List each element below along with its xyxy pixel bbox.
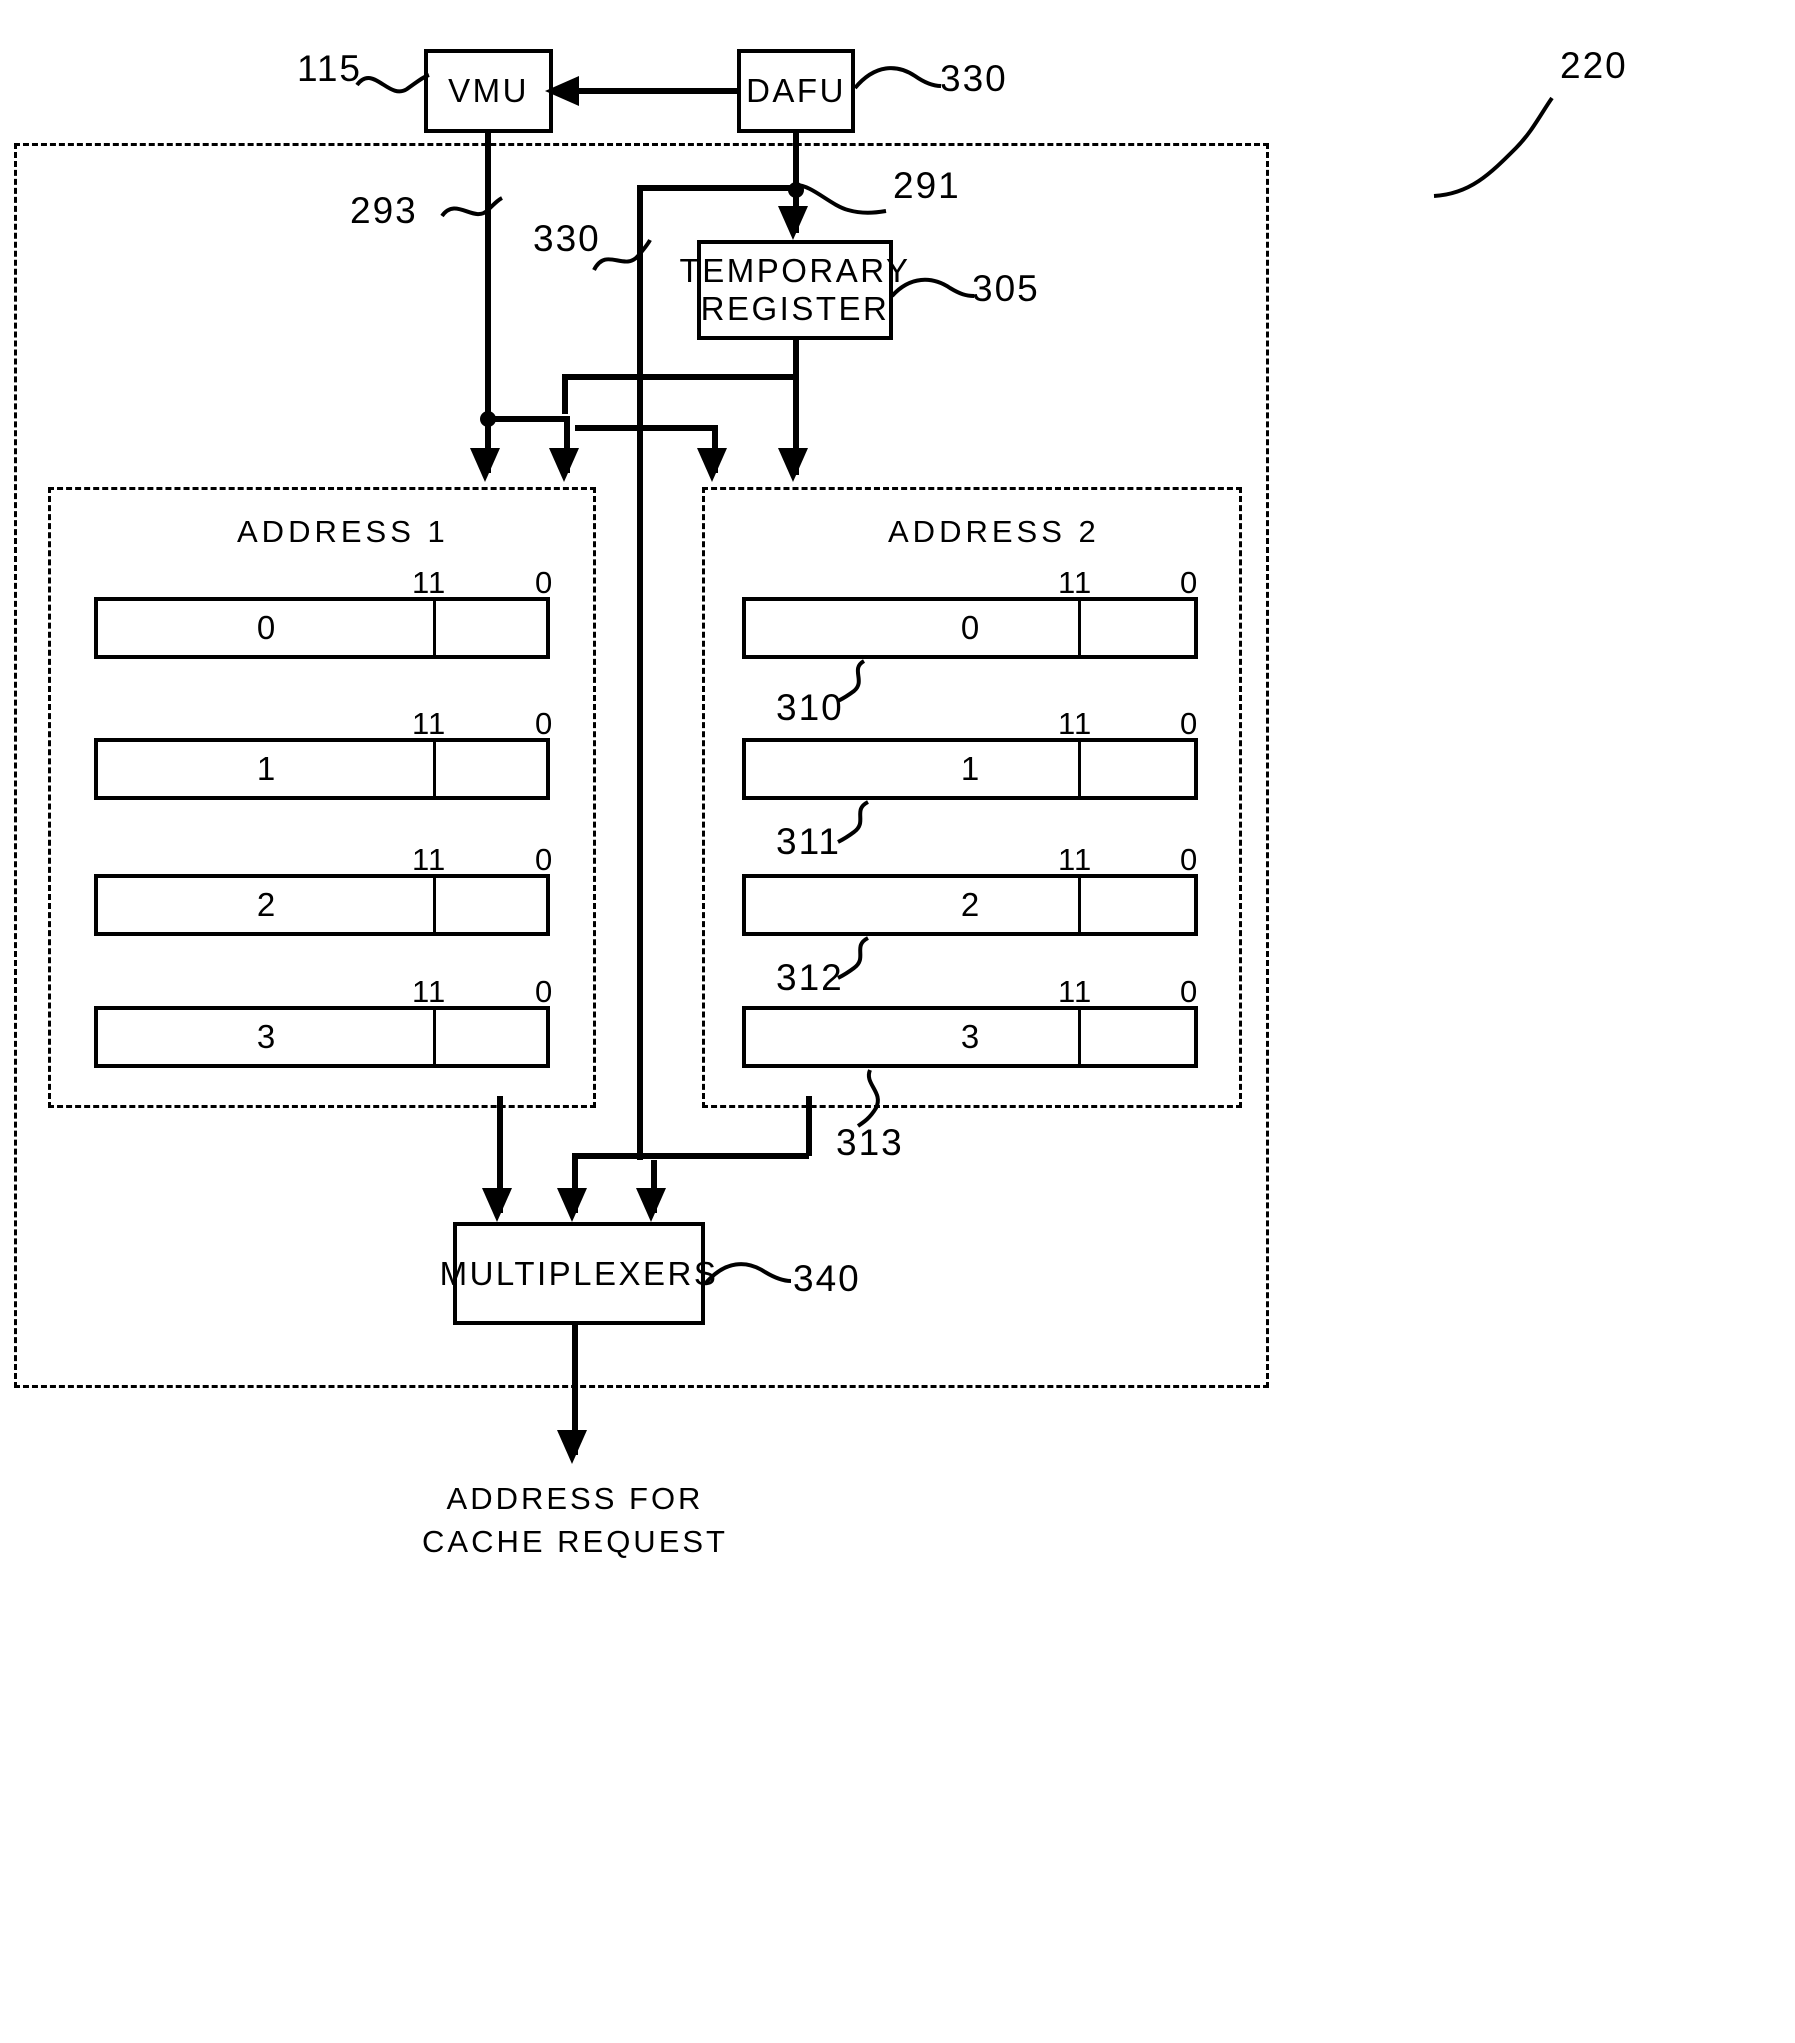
- wire-a2-out-vert: [806, 1096, 812, 1156]
- a1-reg0[interactable]: 0: [94, 597, 550, 659]
- a2-reg0[interactable]: 0: [742, 597, 1198, 659]
- ref-330-inner: 330: [533, 218, 601, 259]
- ref-330-dafu: 330: [940, 58, 1008, 99]
- arrowhead-mux-in3: [636, 1188, 666, 1222]
- leader-311: [837, 800, 870, 844]
- a2-reg1-msb: 11: [1058, 706, 1093, 741]
- a1-reg3-msb: 11: [412, 974, 447, 1009]
- wire-a2-out-rail: [575, 1153, 809, 1159]
- a1-reg0-lsb: 0: [535, 565, 554, 600]
- leader-293: [440, 196, 503, 218]
- temporary-register-label-line1: TEMPORARY: [679, 252, 911, 289]
- arrowhead-to-vmu: [545, 76, 579, 106]
- vmu-label: VMU: [448, 72, 529, 109]
- a2-reg1-lsb: 0: [1180, 706, 1199, 741]
- a2-reg0-lsb: 0: [1180, 565, 1199, 600]
- wire-temp-rail: [562, 374, 796, 380]
- wire-rail-lower: [575, 425, 715, 431]
- arrowhead-a2-in2: [778, 448, 808, 482]
- a1-reg3[interactable]: 3: [94, 1006, 550, 1068]
- ref-312: 312: [776, 957, 844, 998]
- wire-dafu-to-vmu: [565, 88, 740, 94]
- leader-310: [837, 659, 866, 703]
- dafu-label: DAFU: [746, 72, 846, 109]
- a1-reg1-msb: 11: [412, 706, 447, 741]
- leader-330-inner: [592, 239, 652, 272]
- arrowhead-mux-in1: [482, 1188, 512, 1222]
- arrowhead-to-temp: [778, 206, 808, 240]
- a2-reg1-value: 1: [960, 750, 980, 787]
- temporary-register-label-line2: REGISTER: [700, 290, 890, 327]
- multiplexers-box[interactable]: MULTIPLEXERS: [440, 1222, 716, 1325]
- leader-330-dafu: [853, 66, 942, 90]
- output-caption-line1: ADDRESS FOR: [446, 1481, 704, 1516]
- a2-reg3-value: 3: [960, 1018, 980, 1055]
- a1-reg3-lsb: 0: [535, 974, 554, 1009]
- output-caption-line2: CACHE REQUEST: [422, 1524, 728, 1559]
- arrowhead-mux-out: [557, 1430, 587, 1464]
- wire-293-branch: [485, 416, 570, 422]
- a2-reg0-divider: [1078, 601, 1081, 655]
- a1-reg2-divider: [433, 878, 436, 932]
- a1-reg2-lsb: 0: [535, 842, 554, 877]
- a2-reg2-value: 2: [960, 886, 980, 923]
- multiplexers-label: MULTIPLEXERS: [439, 1254, 719, 1292]
- ref-293: 293: [350, 190, 418, 231]
- temporary-register-box[interactable]: TEMPORARY REGISTER: [680, 240, 908, 340]
- a1-reg0-divider: [433, 601, 436, 655]
- wire-temp-rail-left-down: [562, 374, 568, 414]
- a2-reg3-lsb: 0: [1180, 974, 1199, 1009]
- leader-313: [856, 1069, 880, 1128]
- leader-340: [703, 1262, 792, 1286]
- a1-reg1-lsb: 0: [535, 706, 554, 741]
- a1-reg1-value: 1: [256, 750, 276, 787]
- a2-reg2-divider: [1078, 878, 1081, 932]
- patent-figure: 220 VMU 115 DAFU 330 293 291 330 TEMPORA…: [0, 0, 1795, 2043]
- wire-330-vertical: [637, 185, 643, 1160]
- ref-311: 311: [776, 821, 841, 862]
- a2-reg2-lsb: 0: [1180, 842, 1199, 877]
- ref-310: 310: [776, 687, 844, 728]
- a2-reg3-divider: [1078, 1010, 1081, 1064]
- ref-291: 291: [893, 165, 961, 206]
- a1-reg0-value: 0: [256, 609, 276, 646]
- ref-220: 220: [1560, 45, 1628, 86]
- a1-reg3-value: 3: [256, 1018, 276, 1055]
- arrowhead-a1-in2: [549, 448, 579, 482]
- arrowhead-a1-in1: [470, 448, 500, 482]
- a1-reg2-msb: 11: [412, 842, 447, 877]
- address-bank-1-title: ADDRESS 1: [237, 514, 449, 549]
- a2-reg0-msb: 11: [1058, 565, 1093, 600]
- a2-reg1-divider: [1078, 742, 1081, 796]
- a1-reg1-divider: [433, 742, 436, 796]
- leader-220: [1433, 96, 1554, 198]
- leader-312: [837, 936, 870, 980]
- ref-115: 115: [297, 48, 362, 89]
- ref-313: 313: [836, 1122, 904, 1163]
- arrowhead-mux-in2: [557, 1188, 587, 1222]
- leader-305: [890, 277, 975, 298]
- wire-330-top-rail: [640, 185, 796, 191]
- a1-reg2-value: 2: [256, 886, 276, 923]
- ref-340: 340: [793, 1258, 861, 1299]
- dafu-box[interactable]: DAFU: [737, 49, 855, 133]
- a1-reg3-divider: [433, 1010, 436, 1064]
- a2-reg2-msb: 11: [1058, 842, 1093, 877]
- a2-reg1[interactable]: 1: [742, 738, 1198, 800]
- a1-reg0-msb: 11: [412, 565, 447, 600]
- ref-305: 305: [972, 268, 1040, 309]
- a2-reg0-value: 0: [960, 609, 980, 646]
- leader-115: [355, 73, 430, 94]
- address-bank-2-title: ADDRESS 2: [888, 514, 1100, 549]
- a2-reg3-msb: 11: [1058, 974, 1093, 1009]
- a2-reg3[interactable]: 3: [742, 1006, 1198, 1068]
- arrowhead-a2-in1: [697, 448, 727, 482]
- a1-reg2[interactable]: 2: [94, 874, 550, 936]
- a2-reg2[interactable]: 2: [742, 874, 1198, 936]
- a1-reg1[interactable]: 1: [94, 738, 550, 800]
